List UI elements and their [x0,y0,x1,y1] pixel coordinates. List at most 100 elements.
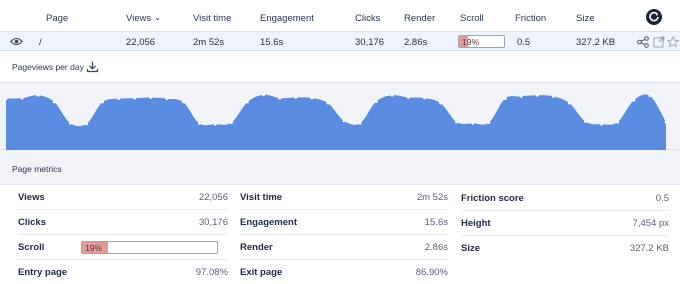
pageviews-data-point[interactable] [342,119,346,123]
pageviews-data-point[interactable] [230,121,233,124]
pageviews-data-point[interactable] [648,94,652,98]
pageviews-data-point[interactable] [165,97,169,100]
metric-height: Height 7,454 px [461,211,669,236]
pageviews-data-point[interactable] [439,101,442,105]
pageviews-data-point[interactable] [390,93,394,97]
column-header-page[interactable]: Page [46,13,68,24]
column-header-scroll[interactable]: Scroll [460,13,484,24]
row-scroll-bar: 19% [458,35,505,48]
pageviews-graph-title: Pageviews per day [12,62,84,72]
pageviews-data-point[interactable] [294,96,298,99]
metric-visit-time: Visit time 2m 52s [240,185,448,210]
metric-label: Entry page [18,267,68,278]
row-scroll-value: 19% [462,37,480,47]
column-header-visit-time[interactable]: Visit time [193,13,231,24]
metric-size: Size 327.2 KB [461,236,669,261]
pageviews-data-point[interactable] [551,95,555,98]
pageviews-data-point[interactable] [568,101,571,105]
pageviews-area-series [6,94,666,150]
pageviews-data-point[interactable] [503,97,507,100]
pageviews-data-point[interactable] [52,100,56,104]
column-header-engagement[interactable]: Engagement [260,13,314,24]
metric-label: Clicks [18,217,46,228]
pageviews-data-point[interactable] [133,96,137,100]
metric-value: 86.90% [415,267,448,278]
pageviews-data-point[interactable] [487,121,491,124]
metric-value: 22,056 [198,192,228,203]
metric-value: 7,454 px [632,218,669,229]
pageviews-data-point[interactable] [181,100,185,104]
table-row[interactable]: / 22,056 2m 52s 15.6s 30,176 2.86s 19% 0… [0,31,680,51]
pageviews-data-point[interactable] [213,122,217,126]
row-page-path[interactable]: / [39,37,42,48]
column-header-views[interactable]: Views ⌄ [126,13,161,24]
pageviews-data-point[interactable] [278,96,282,100]
metric-exit-page: Exit page 86.90% [240,260,448,284]
pageviews-data-point[interactable] [584,120,587,123]
pageviews-data-point[interactable] [197,121,201,125]
metric-views: Views 22,056 [18,185,228,210]
pageviews-data-point[interactable] [326,101,330,105]
pageviews-data-point[interactable] [4,97,8,100]
metric-scroll: Scroll 19% [18,235,228,260]
pageviews-data-point[interactable] [616,120,620,124]
metric-value: 2.86s [424,242,448,253]
pageviews-data-point[interactable] [20,96,24,100]
metric-render: Render 2.86s [240,235,448,260]
metric-label: Friction score [461,193,524,204]
pageviews-data-point[interactable] [535,93,539,97]
metric-value: 2m 52s [416,192,448,203]
eye-icon[interactable] [10,36,23,50]
pageviews-data-point[interactable] [262,93,265,97]
metric-value: 327.2 KB [629,243,669,254]
pageviews-data-point[interactable] [664,120,668,124]
table-header: Page Views ⌄ Visit time Engagement Clicks… [0,0,680,31]
metric-label: Engagement [240,217,298,228]
metric-value: 0.5 [655,193,669,204]
metric-label: Exit page [240,267,283,278]
metric-label: Height [461,218,491,229]
metric-label: Visit time [240,192,283,203]
pageviews-data-point[interactable] [246,100,249,104]
download-icon[interactable] [86,60,99,76]
page-metrics-grid: Views 22,056 Clicks 30,176 Scroll 19% En… [0,185,680,284]
metric-value: 15.6s [424,217,448,228]
column-header-render[interactable]: Render [404,13,435,24]
column-header-friction[interactable]: Friction [515,13,546,24]
pageviews-data-point[interactable] [69,121,72,125]
pageviews-data-point[interactable] [455,120,459,124]
pageviews-data-point[interactable] [407,96,410,99]
refresh-icon[interactable] [646,9,662,25]
row-views: 22,056 [126,37,156,48]
pageviews-data-point[interactable] [117,97,121,100]
metric-engagement: Engagement 15.6s [240,210,448,235]
metric-friction-score: Friction score 0.5 [461,186,669,211]
row-size: 327.2 KB [576,37,616,48]
pageviews-data-point[interactable] [471,121,475,125]
pageviews-data-point[interactable] [600,122,603,126]
metric-scroll-bar: 19% [81,241,218,254]
open-external-icon[interactable] [653,36,665,51]
pageviews-data-point[interactable] [423,96,426,100]
pageviews-data-point[interactable] [519,95,523,98]
metric-label: Render [240,242,273,253]
row-clicks: 30,176 [355,37,385,48]
pageviews-data-point[interactable] [101,100,104,104]
pageviews-data-point[interactable] [149,96,153,99]
row-visit-time: 2m 52s [193,37,225,48]
row-friction: 0.5 [517,37,531,48]
page-metrics-title: Page metrics [12,164,62,174]
pageviews-data-point[interactable] [310,96,314,100]
metric-value: 30,176 [198,217,228,228]
column-header-clicks[interactable]: Clicks [355,13,380,24]
pageviews-graph [0,83,680,150]
share-icon[interactable] [637,36,649,51]
column-header-size[interactable]: Size [576,13,594,24]
metric-scroll-value: 19% [85,243,103,253]
pageviews-data-point[interactable] [632,98,636,102]
pageviews-data-point[interactable] [36,93,40,97]
pageviews-data-point[interactable] [374,100,378,103]
pageviews-data-point[interactable] [85,122,88,126]
pageviews-data-point[interactable] [358,121,362,125]
star-icon[interactable] [666,35,680,51]
